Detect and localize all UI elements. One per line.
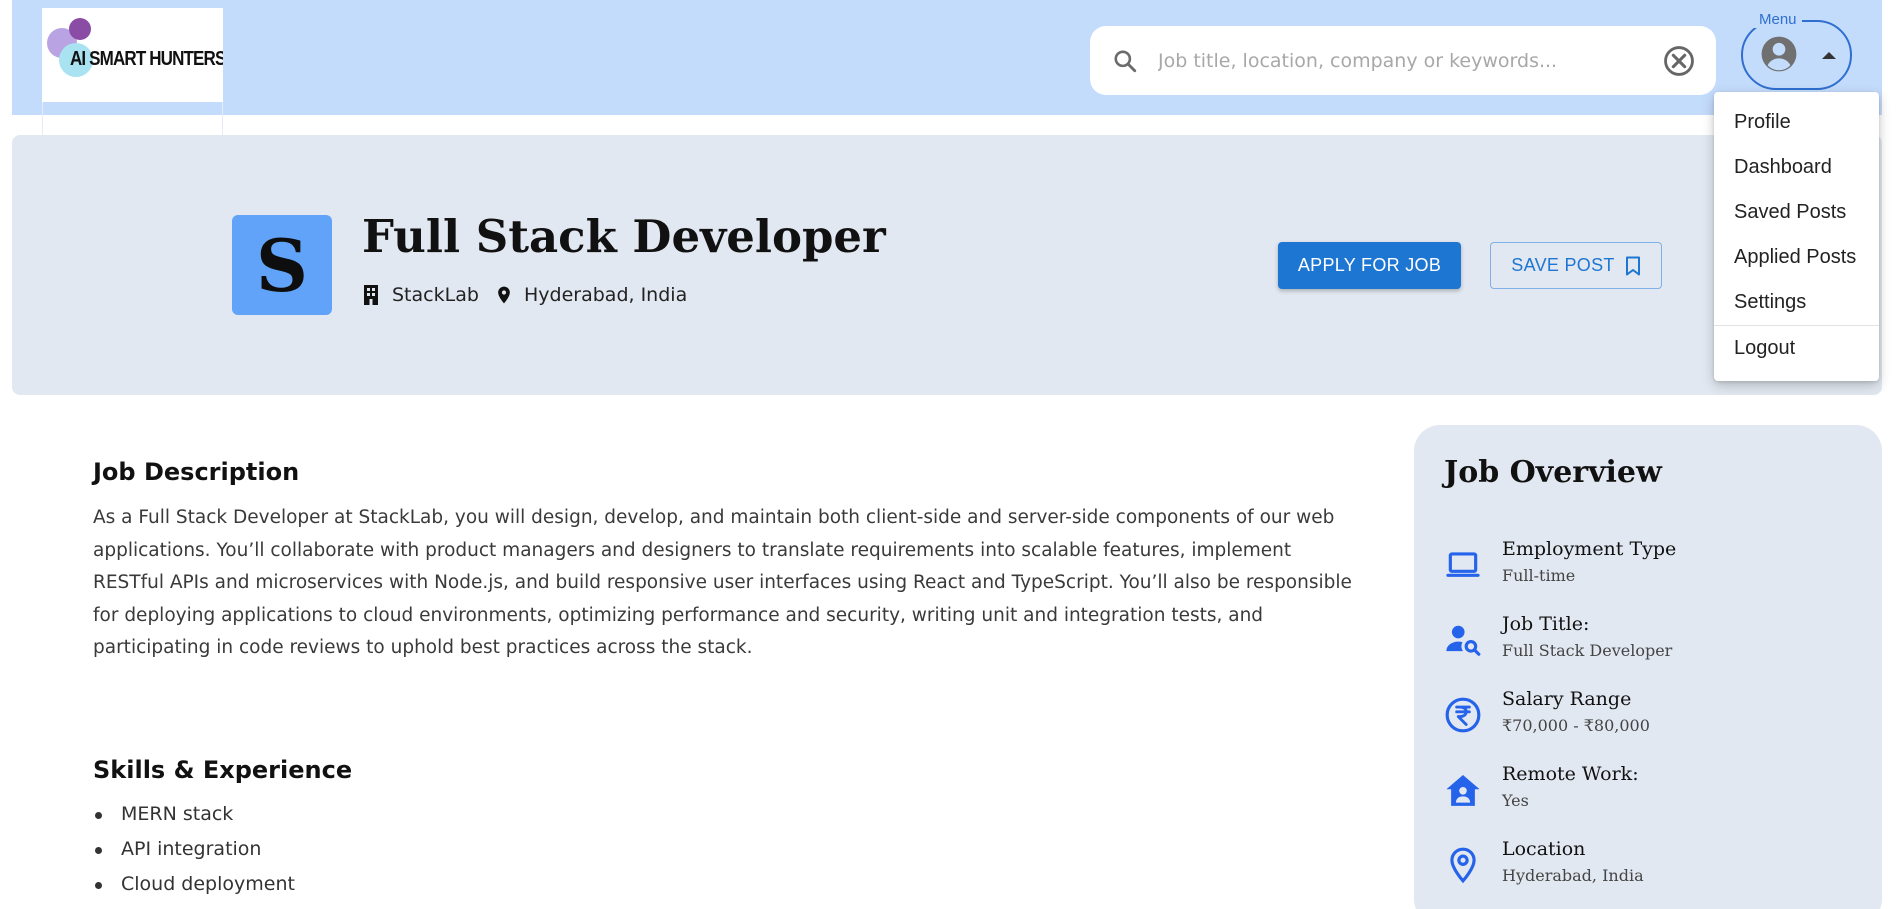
search-icon <box>1114 50 1137 73</box>
building-icon <box>364 285 378 305</box>
overview-remote-work: Remote Work: Yes <box>1444 763 1864 823</box>
save-post-label: SAVE POST <box>1511 255 1615 275</box>
location-pin-icon <box>1450 847 1476 884</box>
company-name: StackLab <box>392 284 479 306</box>
overview-value: ₹70,000 - ₹80,000 <box>1502 716 1650 735</box>
overview-value: Full-time <box>1502 566 1576 585</box>
skills-list: MERN stack API integration Cloud deploym… <box>93 797 295 902</box>
laptop-icon <box>1446 552 1480 577</box>
home-icon <box>1446 774 1480 806</box>
skill-item: Cloud deployment <box>93 867 295 902</box>
company-meta: StackLab <box>362 284 479 306</box>
account-dropdown-menu: Profile Dashboard Saved Posts Applied Po… <box>1714 92 1879 381</box>
menu-item-settings[interactable]: Settings <box>1714 280 1879 325</box>
logo-text: AI SMART HUNTERS <box>70 48 223 70</box>
menu-item-saved-posts[interactable]: Saved Posts <box>1714 190 1879 235</box>
overview-label: Job Title: <box>1502 613 1590 635</box>
overview-salary-range: Salary Range ₹70,000 - ₹80,000 <box>1444 688 1864 748</box>
menu-item-dashboard[interactable]: Dashboard <box>1714 145 1879 190</box>
menu-label: Menu <box>1754 11 1802 28</box>
location-pin-icon <box>498 286 510 304</box>
overview-employment-type: Employment Type Full-time <box>1444 538 1864 598</box>
search-bar <box>1090 26 1716 95</box>
skill-item: MERN stack <box>93 797 295 832</box>
overview-value: Yes <box>1502 791 1529 810</box>
bookmark-icon <box>1625 256 1640 275</box>
overview-value: Full Stack Developer <box>1502 641 1673 660</box>
overview-label: Remote Work: <box>1502 763 1639 785</box>
clear-search-icon[interactable] <box>1662 44 1696 78</box>
overview-job-title: Job Title: Full Stack Developer <box>1444 613 1864 673</box>
save-post-button[interactable]: SAVE POST <box>1490 242 1662 289</box>
menu-item-applied-posts[interactable]: Applied Posts <box>1714 235 1879 280</box>
company-logo: S <box>232 215 332 315</box>
menu-item-logout[interactable]: Logout <box>1714 326 1879 371</box>
overview-label: Salary Range <box>1502 688 1632 710</box>
job-description-text: As a Full Stack Developer at StackLab, y… <box>93 507 1352 658</box>
location-meta: Hyderabad, India <box>494 284 687 306</box>
rupee-icon <box>1445 697 1481 733</box>
account-circle-icon[interactable] <box>1760 35 1798 73</box>
overview-location: Location Hyderabad, India <box>1444 838 1864 898</box>
job-overview-heading: Job Overview <box>1444 455 1662 490</box>
search-input[interactable] <box>1158 44 1658 78</box>
logo-circle-purple <box>69 18 91 40</box>
job-title: Full Stack Developer <box>362 210 886 263</box>
overview-label: Location <box>1502 838 1586 860</box>
skill-item: API integration <box>93 832 295 867</box>
apply-for-job-button[interactable]: APPLY FOR JOB <box>1278 242 1461 289</box>
site-logo[interactable]: AI SMART HUNTERS <box>42 8 223 102</box>
overview-label: Employment Type <box>1502 538 1677 560</box>
overview-value: Hyderabad, India <box>1502 866 1644 885</box>
caret-up-icon[interactable] <box>1822 52 1836 59</box>
person-search-icon <box>1446 625 1481 656</box>
skills-heading: Skills & Experience <box>93 756 353 784</box>
menu-item-profile[interactable]: Profile <box>1714 100 1879 145</box>
job-description-heading: Job Description <box>93 458 300 486</box>
job-location: Hyderabad, India <box>524 284 688 306</box>
